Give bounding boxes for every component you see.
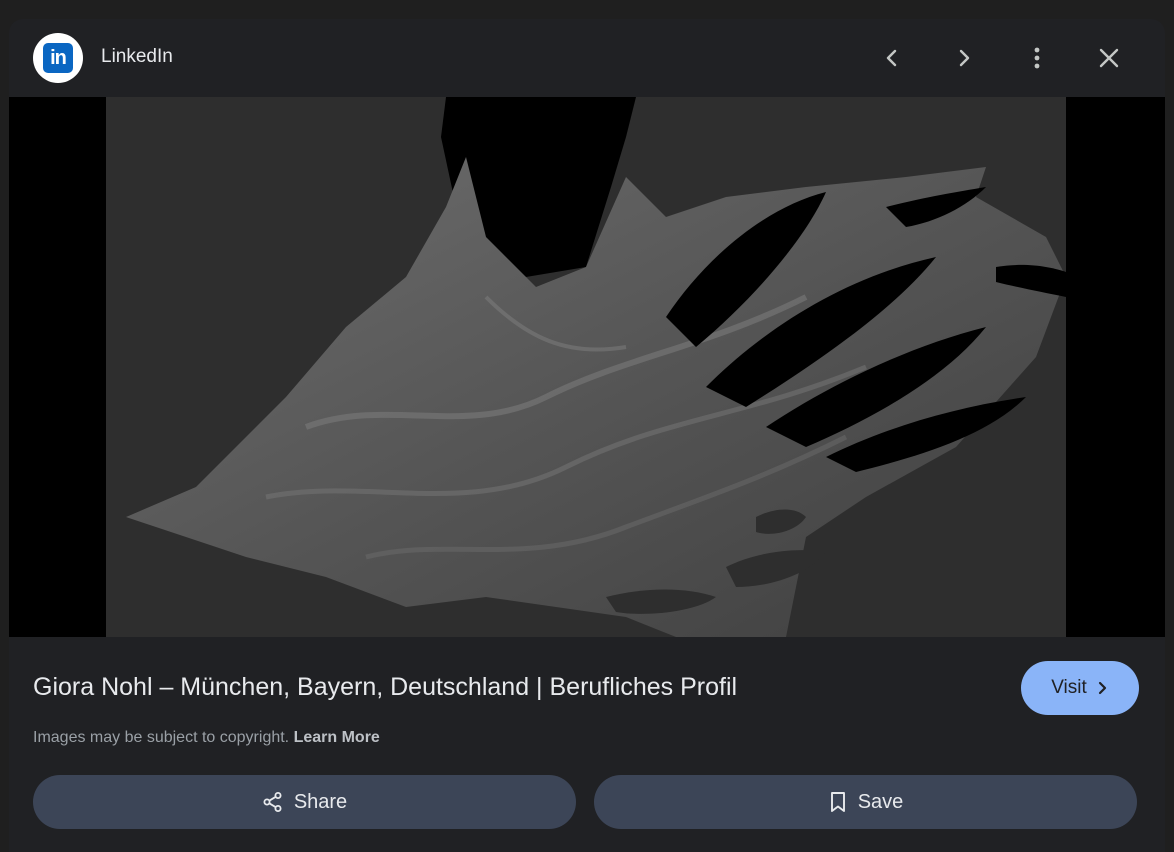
copyright-notice: Images may be subject to copyright. Lear… <box>33 729 380 747</box>
chevron-right-icon <box>1098 681 1106 695</box>
linkedin-logo-mark: in <box>43 43 73 73</box>
image-title[interactable]: Giora Nohl – München, Bayern, Deutschlan… <box>33 673 737 702</box>
visit-button[interactable]: Visit <box>1021 661 1139 715</box>
copyright-text: Images may be subject to copyright. <box>33 729 290 746</box>
visit-label: Visit <box>1051 677 1087 698</box>
bookmark-icon <box>830 792 845 812</box>
draped-cloth-render <box>106 97 1066 637</box>
share-label: Share <box>293 790 348 813</box>
close-icon <box>1099 48 1119 68</box>
save-label: Save <box>857 790 904 813</box>
previous-button[interactable] <box>872 38 912 78</box>
more-vert-icon <box>1034 47 1040 69</box>
viewer-header: in LinkedIn <box>9 19 1165 97</box>
close-button[interactable] <box>1089 38 1129 78</box>
share-button[interactable]: Share <box>33 775 576 829</box>
chevron-right-icon <box>959 49 970 67</box>
chevron-left-icon <box>886 49 897 67</box>
source-name[interactable]: LinkedIn <box>101 46 173 68</box>
image-area <box>9 97 1165 637</box>
linkedin-logo-icon[interactable]: in <box>33 33 83 83</box>
save-button[interactable]: Save <box>594 775 1137 829</box>
share-icon <box>263 792 282 812</box>
next-button[interactable] <box>944 38 984 78</box>
image-viewer-panel: in LinkedIn Giora Nohl – München, Bayern… <box>9 19 1165 852</box>
preview-image[interactable] <box>106 97 1066 637</box>
more-options-button[interactable] <box>1017 38 1057 78</box>
window-edge <box>1165 0 1174 852</box>
learn-more-link[interactable]: Learn More <box>294 729 380 746</box>
